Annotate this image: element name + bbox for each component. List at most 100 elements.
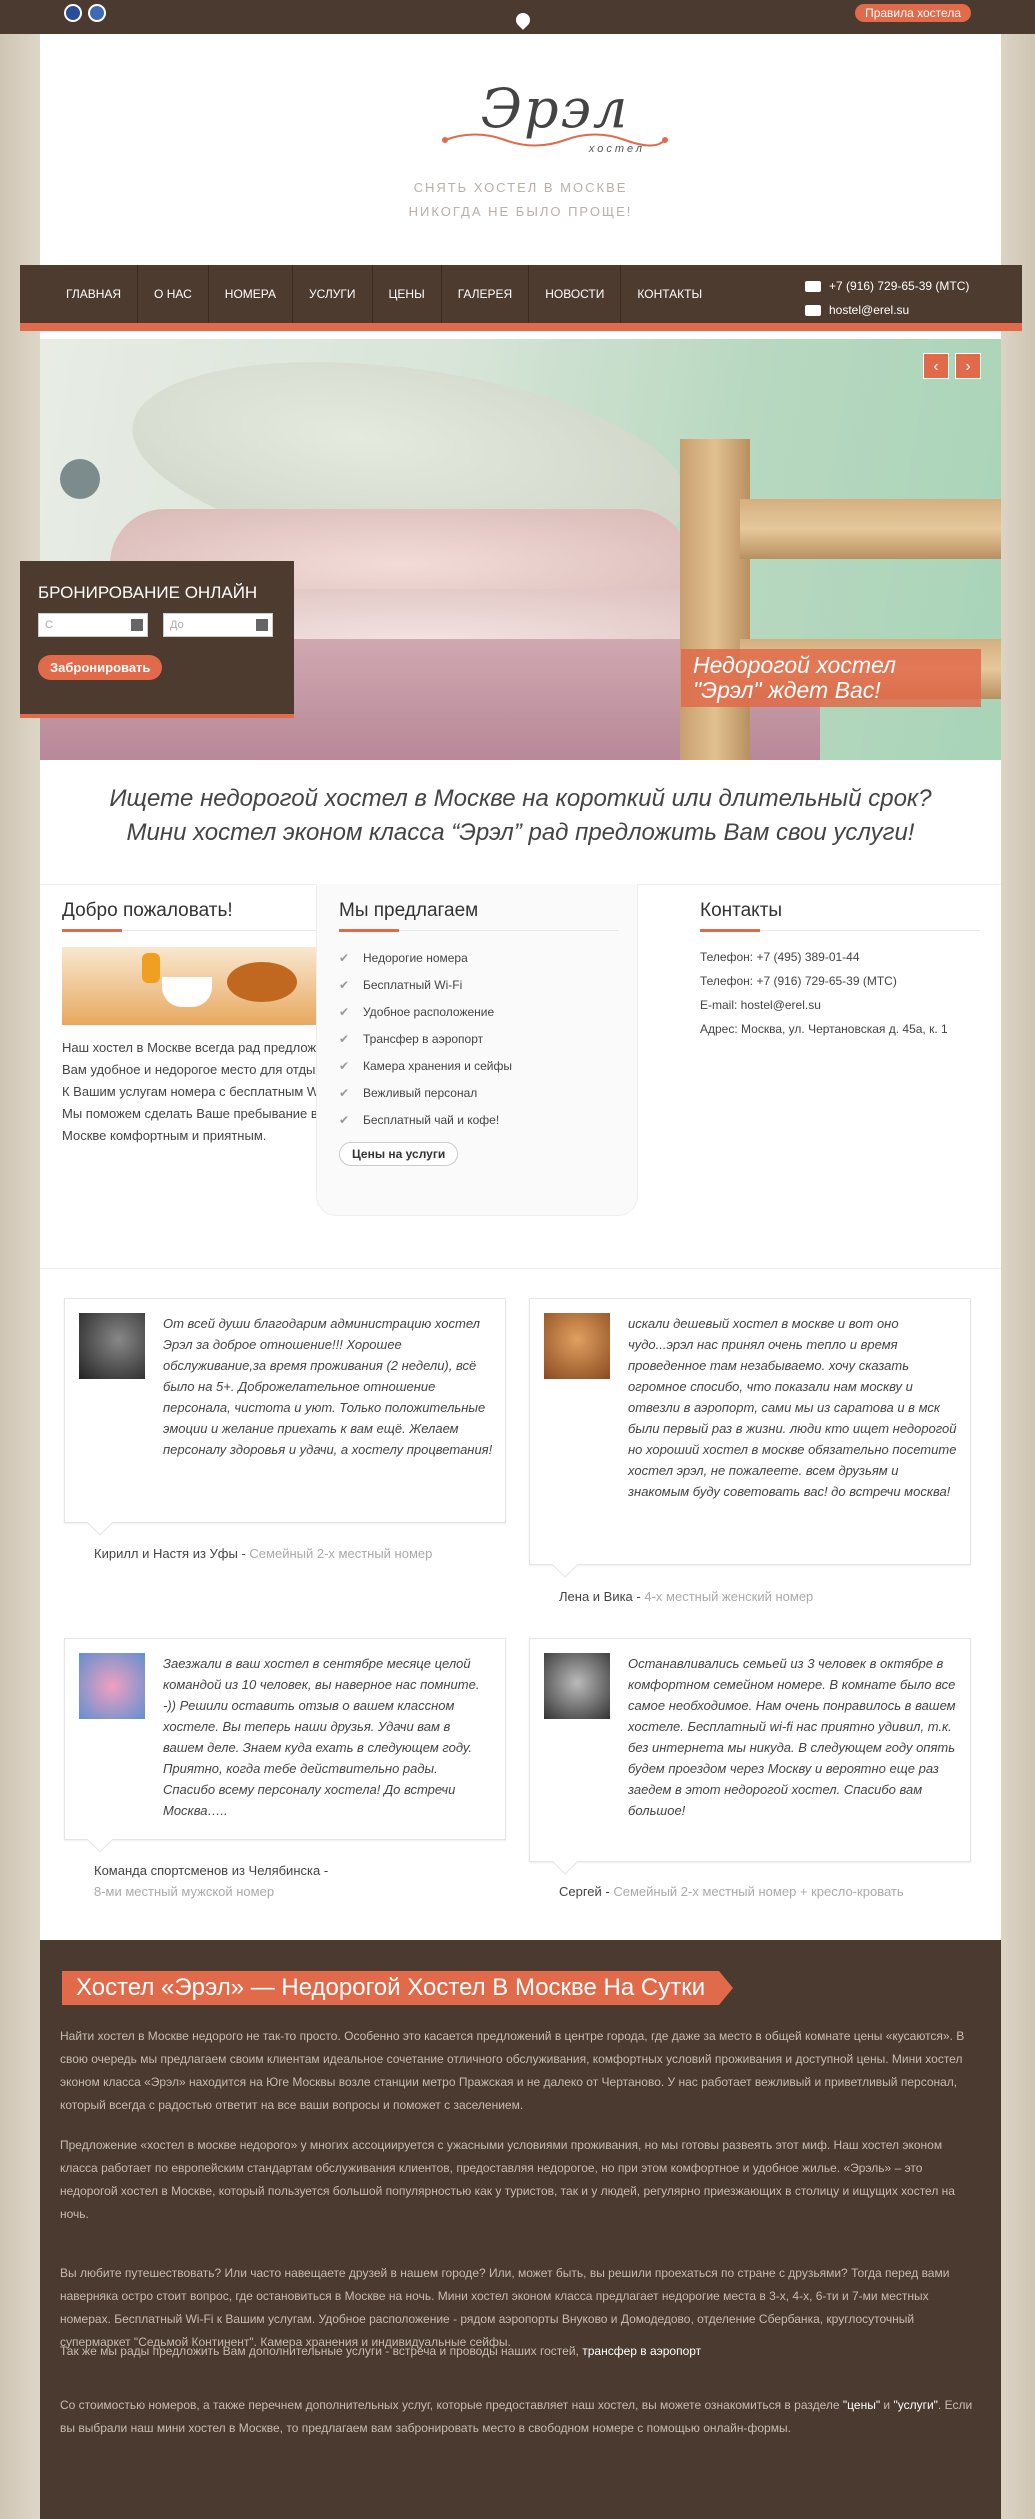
review-card: Заезжали в ваш хостел в сентябре месяце … [64, 1638, 506, 1853]
seo-title: Хостел «Эрэл» — Недорогой Хостел В Москв… [62, 1971, 734, 2005]
check-in-date-input[interactable]: С [38, 613, 148, 637]
english-flag-icon[interactable] [64, 4, 82, 22]
intro-line-1: Ищете недорогой хостел в Москве на корот… [109, 785, 932, 812]
russian-flag-icon[interactable] [88, 4, 106, 22]
envelope-icon [805, 304, 821, 316]
review-author-name: Сергей [559, 1884, 602, 1899]
header-email-address[interactable]: hostel@erel.su [829, 303, 909, 317]
check-out-date-input[interactable]: До [163, 613, 273, 637]
offer-item: Вежливый персонал [339, 1080, 619, 1107]
section-divider [40, 1268, 1001, 1269]
seo-prices-text: Со стоимостью номеров, а также перечнем … [60, 2398, 843, 2412]
page-background-left [0, 0, 40, 2519]
header-phone-number[interactable]: +7 (916) 729-65-39 (МТС) [829, 279, 969, 293]
intro-heading: Ищете недорогой хостел в Москве на корот… [40, 782, 1001, 850]
contacts-title: Контакты [700, 900, 980, 932]
review-card: От всей души благодарим администрацию хо… [64, 1298, 506, 1536]
review-author-name: Кирилл и Настя из Уфы [94, 1546, 238, 1561]
contacts-column: Контакты Телефон: +7 (495) 389-01-44 Тел… [700, 900, 980, 1041]
prices-link[interactable]: "цены" [843, 2398, 880, 2412]
nav-item-gallery[interactable]: ГАЛЕРЕЯ [442, 265, 530, 323]
booking-title: БРОНИРОВАНИЕ ОНЛАЙН [38, 583, 258, 602]
review-text: Останавливались семьей из 3 человек в ок… [628, 1656, 956, 1818]
slider-caption: Недорогой хостел "Эрэл" ждет Вас! [681, 649, 981, 707]
book-button[interactable]: Забронировать [38, 655, 163, 680]
prices-button[interactable]: Цены на услуги [339, 1142, 459, 1166]
offer-column: Мы предлагаем Недорогие номера Бесплатны… [339, 900, 619, 1166]
welcome-text: Наш хостел в Москве всегда рад предложит… [62, 1040, 341, 1143]
breakfast-croissant-shape [227, 962, 297, 1002]
nav-item-about[interactable]: О НАС [138, 265, 209, 323]
services-link[interactable]: "услуги" [893, 2398, 937, 2412]
seo-services-text: Так же мы рады предложить Вам дополнител… [60, 2344, 583, 2358]
logo-subtitle: хостел [588, 143, 645, 155]
offer-item: Удобное расположение [339, 999, 619, 1026]
review-author: Сергей - Семейный 2-х местный номер + кр… [559, 1884, 904, 1899]
contact-address: Адрес: Москва, ул. Чертановская д. 45а, … [700, 1022, 948, 1036]
seo-paragraph: Со стоимостью номеров, а также перечнем … [60, 2394, 980, 2440]
slider-arrows: ‹ › [923, 353, 981, 379]
check-in-placeholder: С [45, 619, 53, 631]
nav-item-home[interactable]: ГЛАВНАЯ [50, 265, 139, 323]
offer-item: Бесплатный Wi-Fi [339, 972, 619, 999]
contact-phone-1: Телефон: +7 (495) 389-01-44 [700, 950, 860, 964]
header-phone: +7 (916) 729-65-39 (МТС) [805, 279, 969, 293]
page-background-right [995, 0, 1035, 2519]
review-room: Семейный 2-х местный номер + кресло-кров… [613, 1884, 904, 1899]
review-text: От всей души благодарим администрацию хо… [163, 1316, 493, 1457]
calendar-icon[interactable] [131, 619, 143, 631]
main-navigation: ГЛАВНАЯ О НАС НОМЕРА УСЛУГИ ЦЕНЫ ГАЛЕРЕЯ… [20, 265, 1022, 331]
logo-name: Эрэл [480, 77, 630, 140]
review-card: Останавливались семьей из 3 человек в ок… [529, 1638, 971, 1875]
transfer-link[interactable]: трансфер в аэропорт [582, 2344, 701, 2358]
review-author: Лена и Вика - 4-х местный женский номер [559, 1589, 814, 1604]
nav-item-contacts[interactable]: КОНТАКТЫ [621, 265, 718, 323]
breakfast-juice-shape [142, 953, 160, 983]
nav-item-prices[interactable]: ЦЕНЫ [373, 265, 442, 323]
phone-icon [805, 280, 821, 292]
reviewer-avatar [544, 1653, 610, 1719]
booking-form: БРОНИРОВАНИЕ ОНЛАЙН С До Забронировать [20, 561, 294, 718]
nav-item-news[interactable]: НОВОСТИ [529, 265, 622, 323]
header-email: hostel@erel.su [805, 303, 909, 317]
breakfast-cup-shape [162, 977, 212, 1007]
offer-item: Трансфер в аэропорт [339, 1026, 619, 1053]
check-out-placeholder: До [170, 619, 184, 631]
calendar-icon[interactable] [256, 619, 268, 631]
tagline-line-2: НИКОГДА НЕ БЫЛО ПРОЩЕ! [408, 204, 633, 219]
slider-prev-button[interactable]: ‹ [923, 353, 949, 379]
slider-next-button[interactable]: › [955, 353, 981, 379]
seo-paragraph: Предложение «хостел в москве недорого» у… [60, 2138, 955, 2221]
seo-paragraph: Найти хостел в Москве недорого не так-то… [60, 2029, 965, 2112]
hero-bed-knob [60, 459, 100, 499]
welcome-title: Добро пожаловать! [62, 900, 342, 932]
offer-panel: Мы предлагаем Недорогие номера Бесплатны… [316, 884, 638, 1216]
review-room: 8-ми местный мужской номер [94, 1884, 275, 1899]
reviewer-avatar [79, 1313, 145, 1379]
contact-email[interactable]: E-mail: hostel@erel.su [700, 993, 980, 1017]
offer-title: Мы предлагаем [339, 900, 619, 932]
review-author-name: Команда спортсменов из Челябинска [94, 1863, 321, 1878]
offer-item: Бесплатный чай и кофе! [339, 1107, 619, 1134]
welcome-column: Добро пожаловать! Наш хостел в Москве вс… [62, 900, 342, 1147]
top-bar: Правила хостела [0, 0, 1035, 40]
review-author: Команда спортсменов из Челябинска - 8-ми… [94, 1863, 329, 1899]
offer-item: Камера хранения и сейфы [339, 1053, 619, 1080]
review-card: искали дешевый хостел в москве и вот оно… [529, 1298, 971, 1578]
review-text: искали дешевый хостел в москве и вот оно… [628, 1316, 957, 1499]
nav-item-services[interactable]: УСЛУГИ [293, 265, 373, 323]
review-text: Заезжали в ваш хостел в сентябре месяце … [163, 1656, 480, 1818]
breakfast-image [62, 947, 340, 1025]
reviewer-avatar [544, 1313, 610, 1379]
nav-item-rooms[interactable]: НОМЕРА [209, 265, 294, 323]
review-author: Кирилл и Настя из Уфы - Семейный 2-х мес… [94, 1546, 433, 1561]
review-room: Семейный 2-х местный номер [249, 1546, 433, 1561]
contact-phone-2: Телефон: +7 (916) 729-65-39 (МТС) [700, 974, 897, 988]
offer-item: Недорогие номера [339, 945, 619, 972]
review-author-name: Лена и Вика [559, 1589, 633, 1604]
seo-and-text: и [880, 2398, 894, 2412]
hostel-rules-button[interactable]: Правила хостела [855, 4, 971, 22]
tagline-line-1: СНЯТЬ ХОСТЕЛ В МОСКВЕ [413, 180, 628, 195]
hero-bed-post [680, 439, 750, 760]
logo[interactable]: Эрэл хостел [435, 79, 675, 159]
